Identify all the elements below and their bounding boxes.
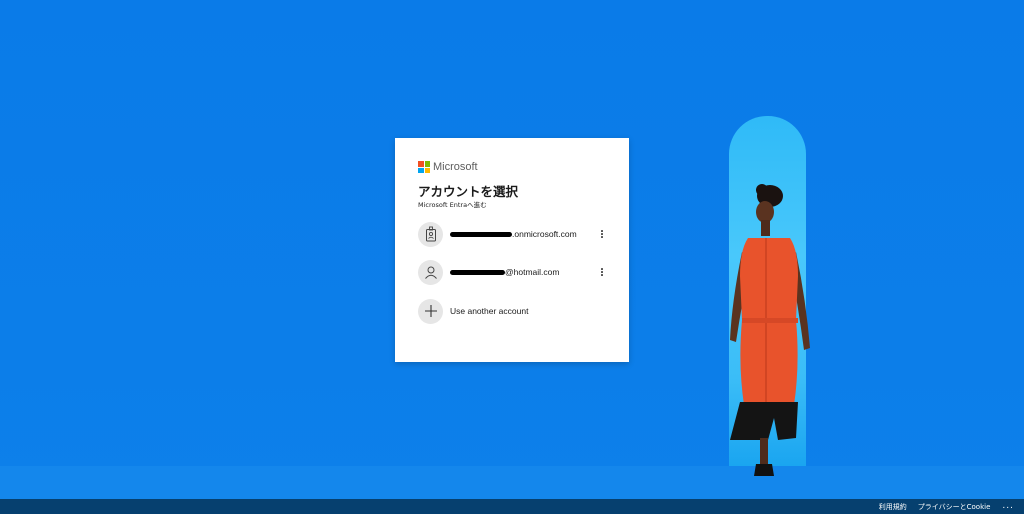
- use-another-account-label: Use another account: [450, 306, 529, 316]
- page-title: アカウントを選択: [418, 184, 519, 199]
- account-tile-personal[interactable]: @hotmail.com: [418, 259, 608, 285]
- footer: 利用規約 プライバシーとCookie ...: [0, 499, 1024, 514]
- privacy-cookies-link[interactable]: プライバシーとCookie: [918, 502, 991, 512]
- page-subtitle: Microsoft Entraへ進む: [418, 201, 487, 209]
- redacted-username: [450, 269, 505, 275]
- person-icon: [418, 259, 443, 285]
- badge-icon: [418, 221, 443, 247]
- account-email: .onmicrosoft.com: [450, 229, 577, 239]
- redacted-username: [450, 231, 512, 237]
- microsoft-logo-icon: [418, 161, 430, 173]
- background-floor: [0, 466, 1024, 499]
- footer-more-button[interactable]: ...: [1002, 502, 1014, 511]
- account-email: @hotmail.com: [450, 267, 559, 277]
- brand-name: Microsoft: [433, 161, 478, 173]
- more-options-icon[interactable]: [598, 227, 606, 241]
- use-another-account-button[interactable]: Use another account: [418, 298, 608, 324]
- account-tile-work[interactable]: .onmicrosoft.com: [418, 221, 608, 247]
- brand: Microsoft: [418, 160, 606, 174]
- plus-icon: [418, 298, 443, 324]
- account-picker-card: Microsoft アカウントを選択 Microsoft Entraへ進む .o…: [395, 138, 629, 362]
- person-illustration: [730, 184, 810, 476]
- terms-link[interactable]: 利用規約: [879, 502, 907, 512]
- more-options-icon[interactable]: [598, 265, 606, 279]
